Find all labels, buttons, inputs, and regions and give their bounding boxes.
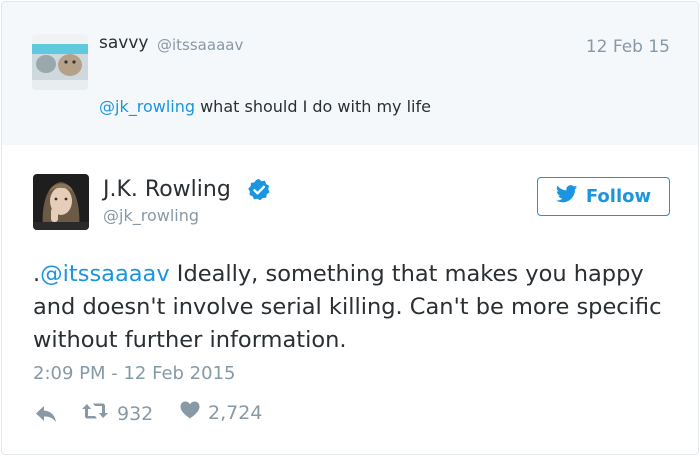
tweet-mention-link[interactable]: @itssaaaav: [40, 261, 170, 287]
embedded-tweet-card: savvy @itssaaaav 12 Feb 15 @jk_rowling w…: [1, 1, 699, 455]
author-handle[interactable]: @jk_rowling: [103, 206, 199, 225]
twitter-bird-icon: [555, 185, 578, 208]
like-button[interactable]: 2,724: [180, 401, 262, 424]
parent-tweet[interactable]: savvy @itssaaaav 12 Feb 15 @jk_rowling w…: [2, 2, 698, 145]
retweet-count: 932: [117, 402, 154, 425]
retweet-button[interactable]: 932: [81, 401, 153, 426]
verified-badge-icon: [247, 178, 271, 202]
like-count: 2,724: [208, 401, 263, 424]
parent-handle[interactable]: @itssaaaav: [157, 36, 243, 54]
follow-label: Follow: [585, 186, 652, 207]
parent-date[interactable]: 12 Feb 15: [586, 37, 670, 57]
parent-avatar[interactable]: [32, 34, 88, 90]
follow-button[interactable]: Follow: [537, 177, 670, 216]
tweet-timestamp[interactable]: 2:09 PM - 12 Feb 2015: [33, 363, 236, 384]
parent-text-body: what should I do with my life: [195, 97, 431, 116]
author-display-name[interactable]: J.K. Rowling: [103, 177, 231, 202]
parent-tweet-text: @jk_rowling what should I do with my lif…: [99, 97, 431, 116]
heart-icon: [180, 401, 200, 424]
tweet-text: .@itssaaaav Ideally, something that make…: [33, 258, 673, 357]
reply-button[interactable]: [35, 405, 57, 428]
author-avatar[interactable]: [33, 174, 89, 230]
reply-icon: [35, 405, 57, 428]
parent-mention-link[interactable]: @jk_rowling: [99, 97, 195, 116]
retweet-icon: [81, 401, 109, 426]
parent-display-name[interactable]: savvy: [99, 33, 148, 53]
